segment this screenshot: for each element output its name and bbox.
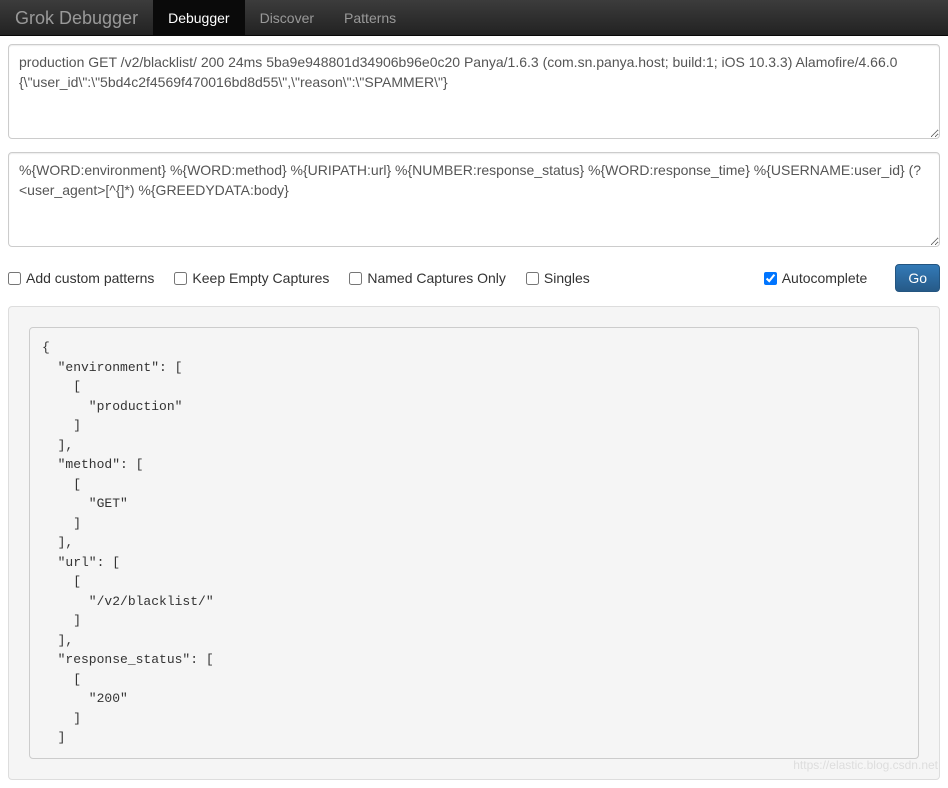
result-output: { "environment": [ [ "production" ] ], "…: [29, 327, 919, 759]
add-custom-patterns-label: Add custom patterns: [26, 270, 154, 286]
autocomplete-option[interactable]: Autocomplete: [764, 270, 868, 286]
singles-label: Singles: [544, 270, 590, 286]
sample-input[interactable]: [8, 44, 940, 139]
keep-empty-captures-checkbox[interactable]: [174, 272, 187, 285]
keep-empty-captures-label: Keep Empty Captures: [192, 270, 329, 286]
add-custom-patterns-checkbox[interactable]: [8, 272, 21, 285]
autocomplete-checkbox[interactable]: [764, 272, 777, 285]
navbar-nav: Debugger Discover Patterns: [153, 0, 411, 35]
nav-tab-discover[interactable]: Discover: [245, 0, 329, 35]
pattern-input[interactable]: [8, 152, 940, 247]
navbar: Grok Debugger Debugger Discover Patterns: [0, 0, 948, 36]
nav-tab-debugger[interactable]: Debugger: [153, 0, 245, 35]
keep-empty-captures-option[interactable]: Keep Empty Captures: [174, 270, 329, 286]
named-captures-only-option[interactable]: Named Captures Only: [349, 270, 506, 286]
named-captures-only-checkbox[interactable]: [349, 272, 362, 285]
singles-checkbox[interactable]: [526, 272, 539, 285]
result-panel: { "environment": [ [ "production" ] ], "…: [8, 306, 940, 780]
named-captures-only-label: Named Captures Only: [367, 270, 506, 286]
main-container: Add custom patterns Keep Empty Captures …: [0, 36, 948, 788]
go-button[interactable]: Go: [895, 264, 940, 292]
autocomplete-label: Autocomplete: [782, 270, 868, 286]
singles-option[interactable]: Singles: [526, 270, 590, 286]
add-custom-patterns-option[interactable]: Add custom patterns: [8, 270, 154, 286]
navbar-brand: Grok Debugger: [0, 0, 153, 35]
nav-tab-patterns[interactable]: Patterns: [329, 0, 411, 35]
controls-row: Add custom patterns Keep Empty Captures …: [8, 260, 940, 302]
